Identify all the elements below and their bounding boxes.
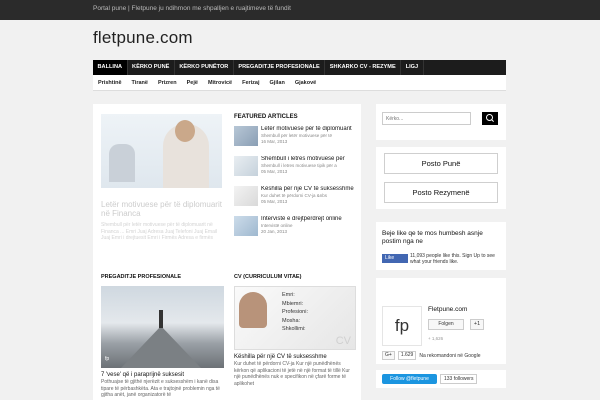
city-nav-item[interactable]: Pejë [182, 75, 203, 90]
section-pregaditje-excerpt: Pothuajse të gjithë njerëzit e suksesshë… [101, 379, 220, 398]
gplus-g-button[interactable]: G+ [382, 351, 395, 360]
cv-image[interactable]: Emri: Mbiemri: Profesioni: Mosha: Shkoll… [234, 286, 356, 350]
main-nav-item-ballina[interactable]: BALLINA [93, 60, 128, 75]
gplus-recommend-count: 1.629 [397, 351, 417, 360]
main-nav-item-pregaditje[interactable]: PREGADITJE PROFESIONALE [234, 60, 326, 75]
article-thumbnail[interactable] [234, 126, 258, 146]
article-date: 16 Mar, 2013 [261, 138, 288, 144]
article-thumbnail[interactable] [234, 156, 258, 176]
sidebar-post-buttons: Posto Punë Posto Rezymenë [376, 147, 506, 209]
gplus-recommend-bar: G+ 1.629 Na rekomandoni në Google [382, 351, 480, 360]
article-title[interactable]: Intervistë e drejtpërdrejt online [261, 216, 342, 223]
search-icon[interactable] [482, 112, 498, 125]
cv-fields: Emri: Mbiemri: Profesioni: Mosha: Shkoll… [282, 291, 308, 334]
section-cv-title[interactable]: Këshilla për një CV të suksesshme [234, 354, 357, 361]
gplus-page-name[interactable]: Fletpune.com [428, 306, 467, 313]
featured-main-excerpt: Shembull për letër motivuese për të dipl… [101, 222, 218, 241]
section-heading-pregaditje[interactable]: PREGADITJE PROFESIONALE [101, 274, 181, 280]
facebook-heading: Beje like qe te mos humbesh asnje postim… [382, 230, 483, 245]
cv-field: Mosha: [282, 317, 301, 324]
section-pregaditje: fp 7 'vese' që i paraprijnë suksesit Pot… [101, 286, 224, 399]
site-logo[interactable]: fletpune.com [93, 28, 193, 48]
main-nav-item-shkarko-cv[interactable]: SHKARKO CV - REZYME [325, 60, 402, 75]
twitter-follower-count: 133 followers [440, 374, 478, 384]
list-item[interactable]: Letër motivuese për të diplomuarit Shemb… [234, 126, 356, 153]
featured-articles-heading: FEATURED ARTICLES [234, 114, 298, 120]
twitter-follow-button[interactable]: Follow @fletpune [382, 374, 437, 384]
search-input[interactable] [382, 112, 471, 125]
article-date: 05 Mar, 2013 [261, 198, 288, 204]
cv-field: Emri: [282, 292, 295, 298]
main-nav: BALLINA KËRKO PUNË KËRKO PUNËTOR PREGADI… [93, 60, 506, 75]
cv-field: Profesioni: [282, 309, 308, 315]
section-pregaditje-title[interactable]: 7 'vese' që i paraprijnë suksesit [101, 372, 224, 379]
list-item[interactable]: Intervistë e drejtpërdrejt online Interv… [234, 216, 356, 243]
cv-watermark: CV [335, 335, 351, 347]
article-title[interactable]: Letër motivuese për të diplomuarit [261, 126, 352, 133]
city-nav: Prishtinë Tiranë Prizren Pejë Mitrovicë … [93, 75, 506, 91]
gplus-follower-count: + 1,626 [428, 336, 444, 341]
gplus-plusone-button[interactable]: +1 [470, 319, 484, 330]
main-nav-item-kerko-punetor[interactable]: KËRKO PUNËTOR [175, 60, 234, 75]
article-excerpt: Shembull i letres motivuese tipik për a [261, 163, 337, 168]
section-cv-excerpt: Kur duhet të përdorni CV-ja Kur një punë… [234, 361, 350, 387]
featured-main-article[interactable]: Letër motivuese për të diplomuarit në Fi… [101, 114, 222, 264]
city-nav-item[interactable]: Gjakovë [290, 75, 321, 90]
city-nav-item[interactable]: Prizren [153, 75, 182, 90]
sidebar-search [376, 104, 506, 140]
list-item[interactable]: Këshilla për një CV të suksesshme Kur du… [234, 186, 356, 213]
facebook-like-count: 11,093 people like this. Sign Up to see … [410, 253, 495, 265]
cv-field: Mbiemri: [282, 300, 304, 307]
article-thumbnail[interactable] [234, 186, 258, 206]
city-nav-item[interactable]: Ferizaj [237, 75, 264, 90]
city-nav-item[interactable]: Mitrovicë [203, 75, 237, 90]
top-bar: Portal pune | Fletpune ju ndihmon me shp… [0, 0, 600, 20]
main-content: Letër motivuese për të diplomuarit në Fi… [93, 104, 361, 400]
article-date: 20 Jan, 2013 [261, 228, 288, 234]
gplus-follow-button[interactable]: Folgen [428, 319, 464, 330]
sidebar-twitter: Follow @fletpune 133 followers [376, 370, 506, 388]
section-cv: Emri: Mbiemri: Profesioni: Mosha: Shkoll… [234, 286, 357, 387]
city-nav-item[interactable]: Prishtinë [93, 75, 127, 90]
list-item[interactable]: Shembull i letres motivuese për Shembull… [234, 156, 356, 183]
main-nav-item-ligj[interactable]: LIGJ [401, 60, 424, 75]
cv-field: Shkollimi: [282, 326, 306, 332]
top-bar-text: Portal pune | Fletpune ju ndihmon me shp… [93, 5, 291, 12]
image-watermark: fp [105, 356, 110, 362]
facebook-like-button[interactable]: Like [382, 254, 408, 263]
cv-photo [239, 292, 267, 328]
city-nav-item[interactable]: Gjilan [265, 75, 290, 90]
featured-articles-list: Letër motivuese për të diplomuarit Shemb… [234, 126, 356, 246]
section-heading-cv[interactable]: CV (CURRICULUM VITAE) [234, 274, 301, 280]
main-nav-item-kerko-pune[interactable]: KËRKO PUNË [128, 60, 175, 75]
featured-main-image[interactable] [101, 114, 222, 188]
post-resume-button[interactable]: Posto Rezymenë [384, 182, 498, 203]
article-date: 05 Mar, 2013 [261, 168, 288, 174]
city-nav-item[interactable]: Tiranë [127, 75, 153, 90]
article-title[interactable]: Këshilla për një CV të suksesshme [261, 186, 354, 193]
gplus-page-logo[interactable]: fp [382, 306, 422, 346]
sidebar-facebook: Beje like qe te mos humbesh asnje postim… [376, 222, 506, 270]
gplus-recommend-text: Na rekomandoni në Google [419, 352, 481, 359]
article-thumbnail[interactable] [234, 216, 258, 236]
featured-main-title[interactable]: Letër motivuese për të diplomuarit në Fi… [101, 200, 222, 218]
sidebar-gplus: fp Fletpune.com Folgen +1 + 1,626 G+ 1.6… [376, 278, 506, 364]
article-title[interactable]: Shembull i letres motivuese për [261, 156, 345, 163]
section-pregaditje-image[interactable]: fp [101, 286, 224, 368]
post-job-button[interactable]: Posto Punë [384, 153, 498, 174]
